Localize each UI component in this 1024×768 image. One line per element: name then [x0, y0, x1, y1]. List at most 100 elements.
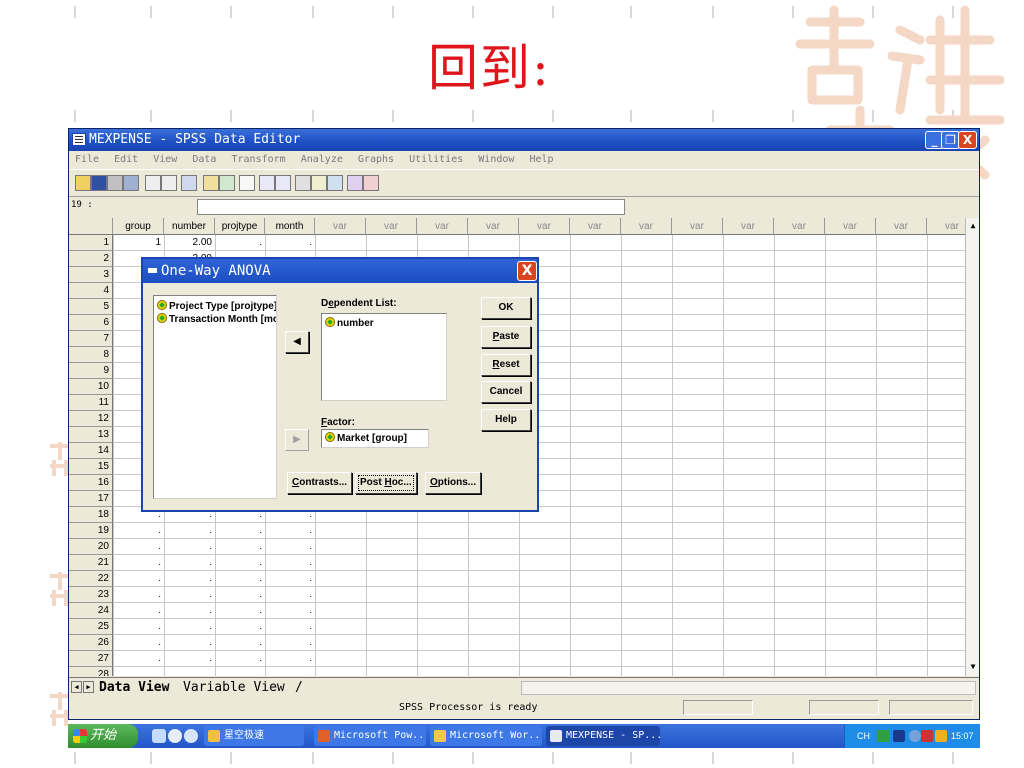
row-header[interactable]: 26 — [69, 635, 113, 651]
scroll-up-icon[interactable]: ▲ — [967, 220, 979, 232]
table-cell[interactable]: . — [215, 635, 265, 651]
table-cell[interactable]: . — [215, 651, 265, 667]
options-button[interactable]: Options... — [425, 472, 482, 494]
column-header-var[interactable]: var — [723, 218, 774, 235]
task-item-active[interactable]: MEXPENSE - SP... — [546, 726, 660, 746]
dialog-recall-icon[interactable] — [123, 175, 139, 191]
table-cell[interactable]: . — [113, 539, 164, 555]
split-file-icon[interactable] — [295, 175, 311, 191]
column-header-var[interactable]: var — [417, 218, 468, 235]
contrasts-button[interactable]: Contrasts... — [287, 472, 353, 494]
row-header[interactable]: 28 — [69, 667, 113, 676]
table-cell[interactable]: . — [113, 603, 164, 619]
quicklaunch-browser-icon[interactable] — [168, 729, 182, 743]
value-labels-icon[interactable] — [347, 175, 363, 191]
tab-data-view[interactable]: Data View — [99, 679, 169, 697]
table-cell[interactable]: . — [164, 555, 215, 571]
scroll-down-icon[interactable]: ▼ — [967, 661, 979, 673]
paste-button[interactable]: Paste — [481, 326, 531, 348]
menu-edit[interactable]: Edit — [114, 154, 138, 165]
row-header[interactable]: 8 — [69, 347, 113, 363]
table-cell[interactable]: . — [113, 667, 164, 676]
ime-icon[interactable] — [877, 730, 889, 742]
list-item[interactable]: Transaction Month [mo — [157, 313, 276, 325]
dialog-titlebar[interactable]: One-Way ANOVA X — [143, 259, 537, 283]
table-cell[interactable]: . — [215, 235, 265, 251]
table-cell[interactable]: . — [215, 555, 265, 571]
undo-icon[interactable] — [145, 175, 161, 191]
row-header[interactable]: 17 — [69, 491, 113, 507]
table-cell[interactable]: . — [113, 523, 164, 539]
use-sets-icon[interactable] — [363, 175, 379, 191]
row-header[interactable]: 14 — [69, 443, 113, 459]
window-titlebar[interactable]: MEXPENSE - SPSS Data Editor _ ❐ X — [69, 129, 979, 151]
column-header-var[interactable]: var — [366, 218, 417, 235]
table-cell[interactable]: . — [113, 619, 164, 635]
column-header-var[interactable]: var — [468, 218, 519, 235]
row-header[interactable]: 12 — [69, 411, 113, 427]
column-header-var[interactable]: var — [876, 218, 927, 235]
row-header[interactable]: 20 — [69, 539, 113, 555]
row-header[interactable]: 1 — [69, 235, 113, 251]
menu-window[interactable]: Window — [478, 154, 514, 165]
goto-case-icon[interactable] — [203, 175, 219, 191]
cancel-button[interactable]: Cancel — [481, 381, 531, 403]
variables-icon[interactable] — [219, 175, 235, 191]
table-cell[interactable]: . — [265, 619, 315, 635]
row-header[interactable]: 15 — [69, 459, 113, 475]
column-header-var[interactable]: var — [672, 218, 723, 235]
table-cell[interactable]: . — [113, 635, 164, 651]
move-factor-button[interactable]: ▶ — [285, 429, 309, 451]
start-button[interactable]: 开始 — [68, 724, 138, 748]
ok-button[interactable]: OK — [481, 297, 531, 319]
row-header[interactable]: 4 — [69, 283, 113, 299]
table-cell[interactable]: . — [265, 667, 315, 676]
table-cell[interactable]: . — [164, 667, 215, 676]
factor-field[interactable]: Market [group] — [321, 429, 429, 448]
row-header[interactable]: 23 — [69, 587, 113, 603]
row-header[interactable]: 6 — [69, 315, 113, 331]
row-header[interactable]: 19 — [69, 523, 113, 539]
table-cell[interactable]: 2.00 — [164, 235, 215, 251]
table-cell[interactable]: . — [215, 571, 265, 587]
table-cell[interactable]: . — [265, 651, 315, 667]
menu-file[interactable]: File — [75, 154, 99, 165]
task-item[interactable]: Microsoft Pow... — [314, 726, 426, 746]
column-header-month[interactable]: month — [265, 218, 315, 235]
row-header[interactable]: 21 — [69, 555, 113, 571]
table-cell[interactable]: . — [265, 603, 315, 619]
close-button[interactable]: X — [958, 131, 977, 149]
table-cell[interactable]: . — [265, 523, 315, 539]
menu-utilities[interactable]: Utilities — [409, 154, 463, 165]
column-header-number[interactable]: number — [164, 218, 215, 235]
row-header[interactable]: 24 — [69, 603, 113, 619]
row-header[interactable]: 11 — [69, 395, 113, 411]
find-icon[interactable] — [239, 175, 255, 191]
volume-icon[interactable] — [935, 730, 947, 742]
table-cell[interactable]: . — [164, 635, 215, 651]
menu-data[interactable]: Data — [192, 154, 216, 165]
menu-graphs[interactable]: Graphs — [358, 154, 394, 165]
column-header-projtype[interactable]: projtype — [215, 218, 265, 235]
row-header[interactable]: 2 — [69, 251, 113, 267]
tab-next-icon[interactable]: ▶ — [83, 681, 94, 693]
save-icon[interactable] — [91, 175, 107, 191]
vertical-scrollbar[interactable]: ▲ ▼ — [965, 218, 979, 676]
column-header-var[interactable]: var — [519, 218, 570, 235]
row-header[interactable]: 7 — [69, 331, 113, 347]
table-cell[interactable]: 1 — [113, 235, 164, 251]
table-cell[interactable]: . — [164, 603, 215, 619]
network-icon[interactable] — [909, 730, 921, 742]
table-cell[interactable]: . — [164, 539, 215, 555]
redo-icon[interactable] — [161, 175, 177, 191]
column-header-var[interactable]: var — [570, 218, 621, 235]
table-cell[interactable]: . — [265, 555, 315, 571]
table-cell[interactable]: . — [215, 587, 265, 603]
dialog-close-button[interactable]: X — [517, 261, 537, 281]
row-header[interactable]: 18 — [69, 507, 113, 523]
menu-analyze[interactable]: Analyze — [301, 154, 343, 165]
quicklaunch-media-icon[interactable] — [184, 729, 198, 743]
horizontal-scrollbar[interactable] — [521, 681, 976, 695]
table-cell[interactable]: . — [215, 539, 265, 555]
weight-cases-icon[interactable] — [311, 175, 327, 191]
